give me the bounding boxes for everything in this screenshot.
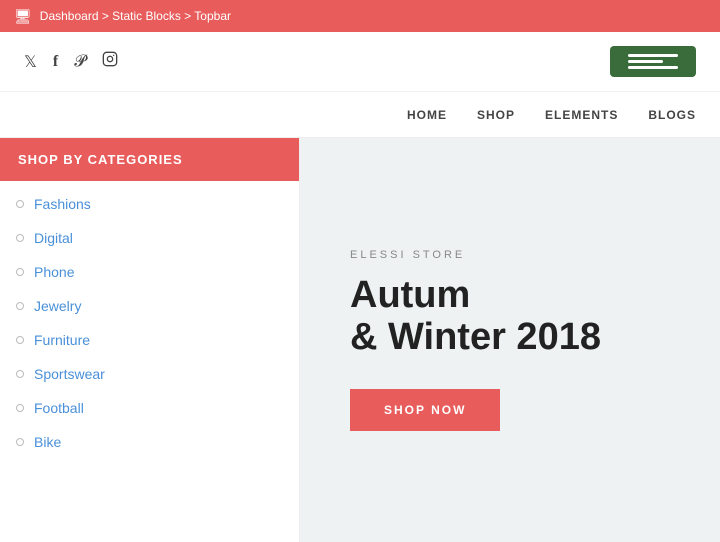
category-item[interactable]: Digital	[0, 221, 299, 255]
admin-breadcrumb: Dashboard > Static Blocks > Topbar	[40, 9, 231, 23]
cat-dot	[16, 268, 24, 276]
cat-label[interactable]: Fashions	[34, 196, 91, 212]
pinterest-icon[interactable]: 𝓟	[74, 53, 86, 71]
admin-bar: 🖥 Dashboard > Static Blocks > Topbar	[0, 0, 720, 32]
twitter-icon[interactable]: 𝕏	[24, 52, 37, 72]
cat-dot	[16, 404, 24, 412]
main-content: SHOP BY CATEGORIES Fashions Digital Phone J…	[0, 138, 720, 542]
facebook-icon[interactable]: f	[53, 53, 58, 71]
nav-elements[interactable]: ELEMENTS	[545, 108, 618, 122]
cat-dot	[16, 370, 24, 378]
social-logo-bar: 𝕏 f 𝓟	[0, 32, 720, 92]
nav-shop[interactable]: SHOP	[477, 108, 515, 122]
cat-label[interactable]: Digital	[34, 230, 73, 246]
nav-bar: HOME SHOP ELEMENTS BLOGS	[0, 92, 720, 138]
cat-label[interactable]: Sportswear	[34, 366, 105, 382]
nav-home[interactable]: HOME	[407, 108, 447, 122]
cat-dot	[16, 302, 24, 310]
cat-dot	[16, 200, 24, 208]
hero-store-label: ELESSI STORE	[350, 249, 670, 261]
category-item[interactable]: Fashions	[0, 187, 299, 221]
hero-section: ELESSI STORE Autum & Winter 2018 SHOP NO…	[300, 138, 720, 542]
category-item[interactable]: Sportswear	[0, 357, 299, 391]
cat-label[interactable]: Football	[34, 400, 84, 416]
category-item[interactable]: Football	[0, 391, 299, 425]
category-item[interactable]: Bike	[0, 425, 299, 459]
nav-blogs[interactable]: BLOGS	[648, 108, 696, 122]
sidebar: SHOP BY CATEGORIES Fashions Digital Phone J…	[0, 138, 300, 542]
cat-label[interactable]: Bike	[34, 434, 61, 450]
shop-now-button[interactable]: SHOP NOW	[350, 389, 500, 431]
cat-dot	[16, 336, 24, 344]
cat-dot	[16, 438, 24, 446]
cat-label[interactable]: Phone	[34, 264, 74, 280]
social-icons-group: 𝕏 f 𝓟	[24, 51, 118, 72]
cat-label[interactable]: Jewelry	[34, 298, 81, 314]
admin-bar-icon: 🖥	[14, 8, 32, 25]
cat-dot	[16, 234, 24, 242]
category-list: Fashions Digital Phone Jewelry Furniture Spor…	[0, 181, 299, 465]
category-item[interactable]: Jewelry	[0, 289, 299, 323]
category-item[interactable]: Phone	[0, 255, 299, 289]
cat-label[interactable]: Furniture	[34, 332, 90, 348]
logo[interactable]	[610, 46, 696, 77]
category-item[interactable]: Furniture	[0, 323, 299, 357]
sidebar-header: SHOP BY CATEGORIES	[0, 138, 299, 181]
hero-title: Autum & Winter 2018	[350, 275, 670, 359]
instagram-icon[interactable]	[102, 51, 118, 72]
